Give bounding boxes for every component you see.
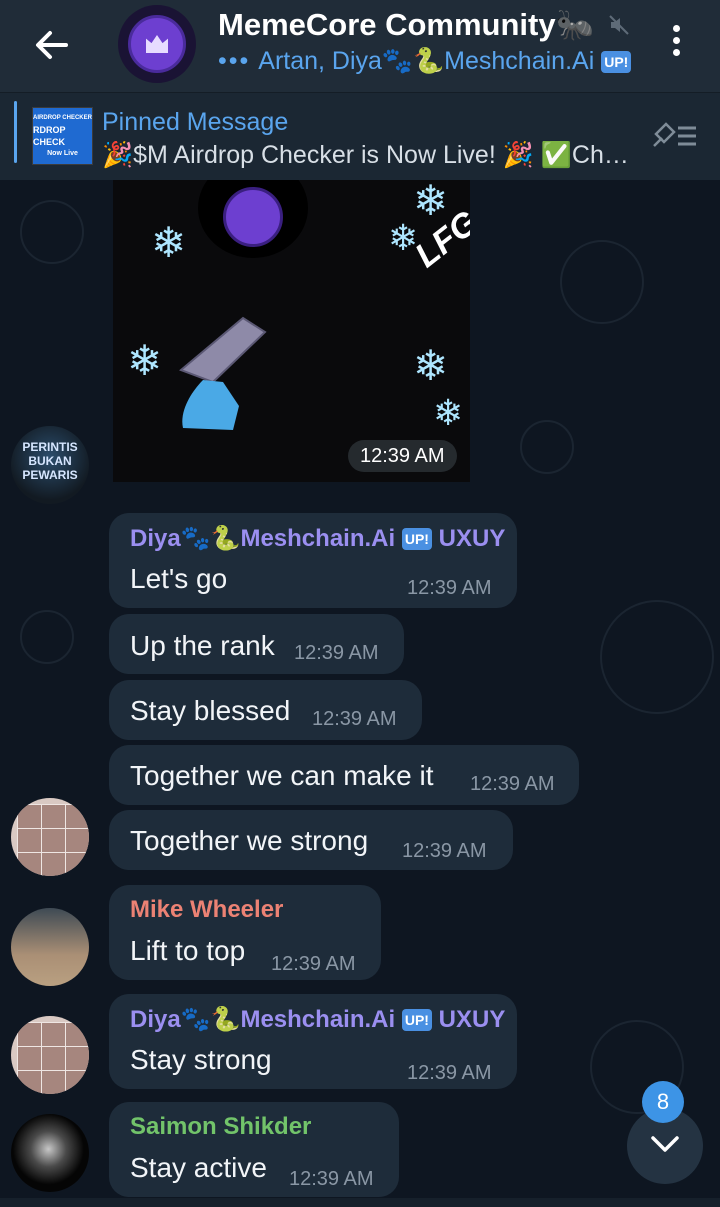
- unpin-list-icon[interactable]: [652, 120, 698, 152]
- message-bubble[interactable]: Together we strong 12:39 AM: [109, 810, 513, 870]
- up-badge: UP!: [601, 51, 632, 73]
- message-bubble[interactable]: Diya🐾🐍Meshchain.Ai UP! UXUY Let's go 12:…: [109, 513, 517, 608]
- gun-icon: [179, 316, 267, 430]
- message-bubble[interactable]: Diya🐾🐍Meshchain.Ai UP! UXUY Stay strong …: [109, 994, 517, 1089]
- message-text: Stay strong: [130, 1044, 272, 1075]
- chevron-down-icon: [651, 1136, 679, 1152]
- media-avatar: [198, 180, 308, 258]
- pinned-message-bar[interactable]: AIRDROP CHECKER RDROP CHECK Now Live Pin…: [0, 92, 720, 181]
- thumb-line3: Now Live: [47, 150, 78, 157]
- message-time: 12:39 AM: [407, 577, 492, 599]
- message-time: 12:39 AM: [407, 1062, 492, 1084]
- pinned-thumbnail: AIRDROP CHECKER RDROP CHECK Now Live: [32, 107, 93, 165]
- message-text: Let's go: [130, 563, 228, 594]
- message-time: 12:39 AM: [470, 773, 555, 795]
- group-avatar[interactable]: [118, 5, 196, 83]
- media-timestamp: 12:39 AM: [348, 440, 457, 472]
- typing-users: Artan, Diya🐾🐍Meshchain.Ai: [258, 47, 595, 75]
- snowflake-icon: ❄: [413, 180, 449, 224]
- pin-indicator: [14, 101, 17, 163]
- sender-name-suffix: UXUY: [438, 1006, 506, 1033]
- message-bubble[interactable]: Up the rank 12:39 AM: [109, 614, 404, 674]
- avatar[interactable]: [11, 1114, 89, 1192]
- unread-count-badge: 8: [642, 1081, 684, 1123]
- message-text: Lift to top: [130, 935, 246, 966]
- chat-title[interactable]: MemeCore Community🐜: [218, 6, 594, 43]
- typing-dots: •••: [218, 47, 251, 75]
- chat-subtitle: ••• Artan, Diya🐾🐍Meshchain.Ai UP!: [218, 47, 632, 76]
- chat-header: MemeCore Community🐜 ••• Artan, Diya🐾🐍Mesh…: [0, 0, 720, 92]
- sender-name: Mike Wheeler: [130, 896, 284, 923]
- sender-name-text: Diya🐾🐍Meshchain.Ai: [130, 525, 396, 552]
- sender-name: Diya🐾🐍Meshchain.Ai UP! UXUY: [130, 1005, 505, 1034]
- sender-name-text: Diya🐾🐍Meshchain.Ai: [130, 1006, 396, 1033]
- avatar[interactable]: PERINTIS BUKAN PEWARIS: [11, 426, 89, 504]
- message-time: 12:39 AM: [289, 1168, 374, 1190]
- message-bubble[interactable]: Together we can make it 12:39 AM: [109, 745, 579, 805]
- thumb-line1: AIRDROP CHECKER: [33, 115, 92, 121]
- avatar[interactable]: [11, 798, 89, 876]
- bottom-edge: [0, 1198, 720, 1207]
- sender-name: Saimon Shikder: [130, 1113, 312, 1140]
- more-vert-icon[interactable]: [664, 22, 688, 62]
- message-bubble[interactable]: Saimon Shikder Stay active 12:39 AM: [109, 1102, 399, 1197]
- message-time: 12:39 AM: [294, 642, 379, 664]
- chat-area[interactable]: ❄ ❄ ❄ ❄ ❄ ❄ LFG 12:39 AM PERINTIS BUKAN …: [0, 180, 720, 1207]
- mute-icon: [608, 14, 630, 36]
- snowflake-icon: ❄: [433, 392, 464, 433]
- up-badge: UP!: [401, 1009, 432, 1031]
- avatar[interactable]: [11, 908, 89, 986]
- sender-name-suffix: UXUY: [438, 525, 506, 552]
- avatar-text: PERINTIS BUKAN PEWARIS: [22, 440, 78, 482]
- back-arrow-icon[interactable]: [30, 24, 72, 66]
- avatar[interactable]: [11, 1016, 89, 1094]
- pinned-text: 🎉$M Airdrop Checker is Now Live! 🎉 ✅Ch…: [102, 141, 629, 169]
- snowflake-icon: ❄: [151, 219, 187, 266]
- message-text: Up the rank: [130, 630, 275, 661]
- message-text: Together we can make it: [130, 760, 434, 791]
- sender-name: Diya🐾🐍Meshchain.Ai UP! UXUY: [130, 524, 505, 553]
- message-time: 12:39 AM: [271, 953, 356, 975]
- pinned-label: Pinned Message: [102, 108, 289, 136]
- snowflake-icon: ❄: [413, 342, 449, 389]
- media-image[interactable]: ❄ ❄ ❄ ❄ ❄ ❄ LFG 12:39 AM: [113, 180, 470, 482]
- message-text: Together we strong: [130, 825, 369, 856]
- up-badge: UP!: [401, 528, 432, 550]
- message-bubble[interactable]: Stay blessed 12:39 AM: [109, 680, 422, 740]
- snowflake-icon: ❄: [127, 337, 163, 384]
- thumb-line2: RDROP CHECK: [33, 125, 66, 147]
- message-time: 12:39 AM: [402, 840, 487, 862]
- message-bubble[interactable]: Mike Wheeler Lift to top 12:39 AM: [109, 885, 381, 980]
- message-text: Stay active: [130, 1152, 267, 1183]
- message-text: Stay blessed: [130, 695, 291, 726]
- message-time: 12:39 AM: [312, 708, 397, 730]
